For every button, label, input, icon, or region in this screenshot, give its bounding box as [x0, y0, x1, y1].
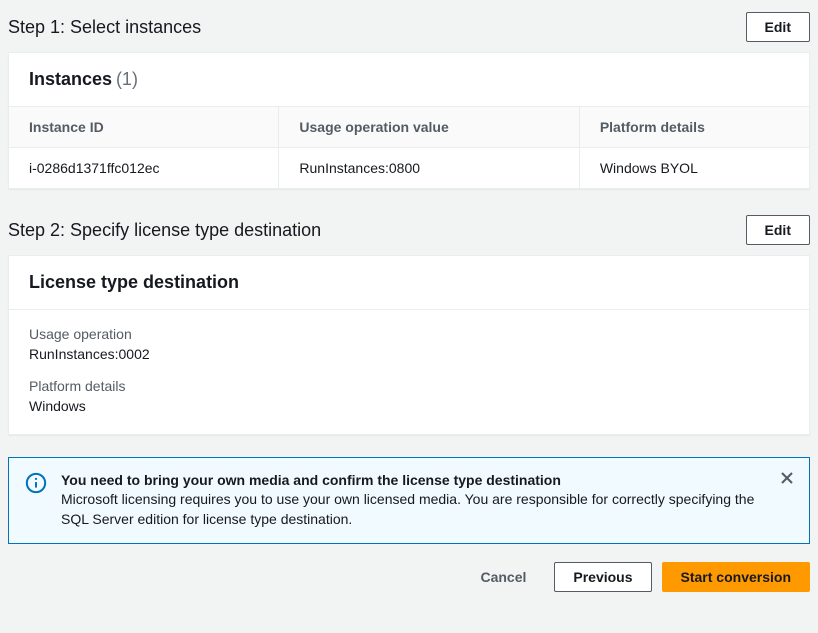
license-panel-body: Usage operation RunInstances:0002 Platfo…	[9, 310, 809, 434]
instances-count: (1)	[116, 69, 138, 89]
cancel-button[interactable]: Cancel	[462, 563, 544, 591]
platform-value: Windows	[29, 398, 789, 414]
license-panel-title: License type destination	[29, 272, 239, 292]
cell-instance-id: i-0286d1371ffc012ec	[9, 148, 279, 189]
alert-title: You need to bring your own media and con…	[61, 472, 769, 488]
start-conversion-button[interactable]: Start conversion	[662, 562, 810, 592]
step1-edit-button[interactable]: Edit	[746, 12, 810, 42]
col-usage-op: Usage operation value	[279, 107, 579, 148]
usage-op-label: Usage operation	[29, 326, 789, 342]
step2-header: Step 2: Specify license type destination…	[8, 211, 810, 255]
instances-panel-title: Instances	[29, 69, 112, 89]
col-instance-id: Instance ID	[9, 107, 279, 148]
license-panel-header: License type destination	[9, 256, 809, 310]
step1-header: Step 1: Select instances Edit	[8, 8, 810, 52]
wizard-footer: Cancel Previous Start conversion	[0, 552, 818, 606]
usage-op-value: RunInstances:0002	[29, 346, 789, 362]
cell-usage-op: RunInstances:0800	[279, 148, 579, 189]
instances-panel: Instances (1) Instance ID Usage operatio…	[8, 52, 810, 189]
previous-button[interactable]: Previous	[554, 562, 651, 592]
table-row: i-0286d1371ffc012ec RunInstances:0800 Wi…	[9, 148, 809, 189]
close-icon[interactable]	[779, 470, 797, 488]
step1-section: Step 1: Select instances Edit Instances …	[0, 0, 818, 203]
license-panel: License type destination Usage operation…	[8, 255, 810, 435]
col-platform: Platform details	[579, 107, 809, 148]
instances-table: Instance ID Usage operation value Platfo…	[9, 107, 809, 188]
info-icon	[25, 472, 47, 494]
alert-body: Microsoft licensing requires you to use …	[61, 490, 769, 529]
platform-label: Platform details	[29, 378, 789, 394]
step2-title: Step 2: Specify license type destination	[8, 220, 321, 241]
info-alert: You need to bring your own media and con…	[8, 457, 810, 544]
step2-section: Step 2: Specify license type destination…	[0, 203, 818, 449]
instances-panel-header: Instances (1)	[9, 53, 809, 107]
step1-title: Step 1: Select instances	[8, 17, 201, 38]
step2-edit-button[interactable]: Edit	[746, 215, 810, 245]
cell-platform: Windows BYOL	[579, 148, 809, 189]
